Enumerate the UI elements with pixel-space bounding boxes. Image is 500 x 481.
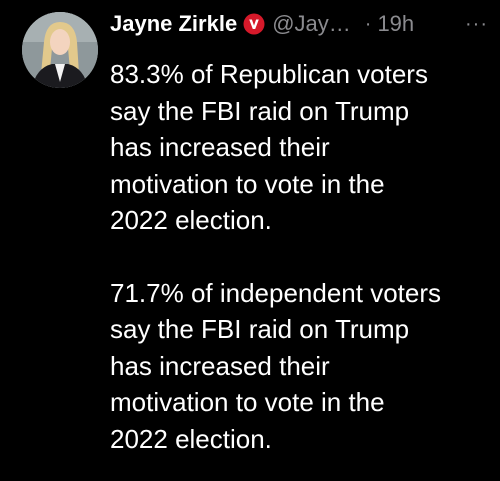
verified-badge-icon [243,13,265,35]
author-handle[interactable]: @Jay… [272,11,351,37]
timestamp[interactable]: 19h [377,11,414,37]
tweet-header: Jayne Zirkle @Jay… · 19h ··· [110,8,496,40]
author-name[interactable]: Jayne Zirkle [110,11,237,37]
more-options-icon[interactable]: ··· [465,8,488,40]
avatar-photo-icon [22,12,98,88]
tweet[interactable]: Jayne Zirkle @Jay… · 19h ··· 83.3% of Re… [0,0,500,481]
tweet-paragraph: 83.3% of Republican voters say the FBI r… [110,59,428,235]
separator-dot: · [364,12,372,35]
avatar[interactable] [22,12,98,88]
tweet-text: 83.3% of Republican voters say the FBI r… [110,56,494,457]
tweet-paragraph: 71.7% of independent voters say the FBI … [110,277,442,454]
